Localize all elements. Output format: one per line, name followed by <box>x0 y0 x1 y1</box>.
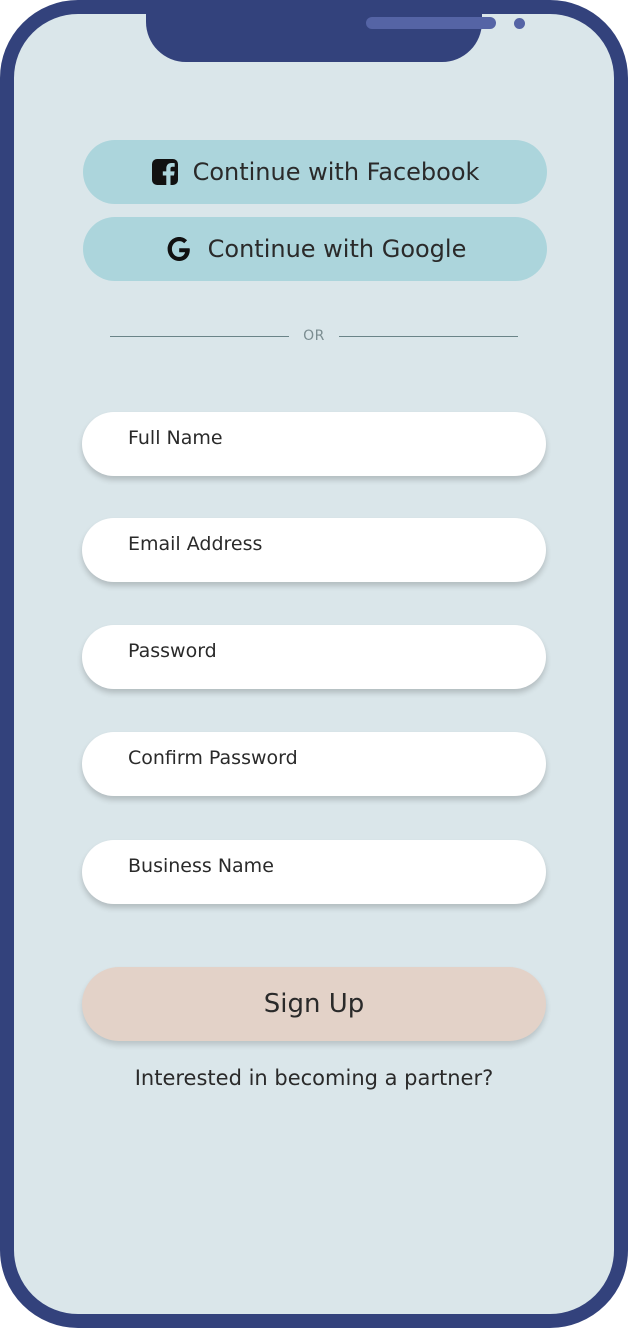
business-name-input[interactable] <box>126 854 546 878</box>
continue-with-google-button[interactable]: Continue with Google <box>83 217 547 281</box>
business-name-field[interactable] <box>82 840 546 904</box>
speaker-icon <box>366 17 496 29</box>
divider-line-right <box>338 335 518 337</box>
phone-notch <box>146 14 525 62</box>
partner-link[interactable]: Interested in becoming a partner? <box>14 1066 614 1090</box>
facebook-button-label: Continue with Facebook <box>192 158 480 186</box>
divider-line-left <box>110 335 290 337</box>
google-icon <box>164 234 194 264</box>
phone-frame: Continue with Facebook Continue with Goo… <box>0 0 628 1328</box>
or-divider: OR <box>110 326 518 346</box>
facebook-icon <box>151 158 179 186</box>
email-field[interactable] <box>82 518 546 582</box>
confirm-password-input[interactable] <box>126 746 546 770</box>
google-button-label: Continue with Google <box>207 235 467 263</box>
sign-up-button[interactable]: Sign Up <box>82 967 546 1041</box>
camera-icon <box>514 18 525 29</box>
full-name-input[interactable] <box>126 426 546 450</box>
email-input[interactable] <box>126 532 546 556</box>
full-name-field[interactable] <box>82 412 546 476</box>
continue-with-facebook-button[interactable]: Continue with Facebook <box>83 140 547 204</box>
password-field[interactable] <box>82 625 546 689</box>
confirm-password-field[interactable] <box>82 732 546 796</box>
password-input[interactable] <box>126 639 546 663</box>
or-text: OR <box>303 328 325 344</box>
